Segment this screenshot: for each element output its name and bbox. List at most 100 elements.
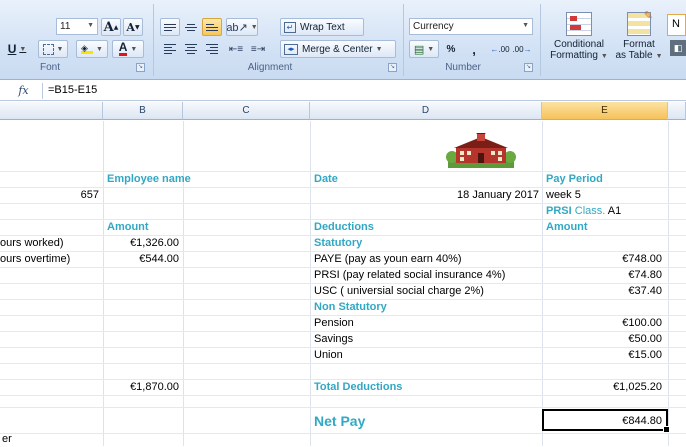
grow-font-button[interactable]: A ▲	[101, 18, 121, 36]
wrap-text-button[interactable]: ↵ Wrap Text	[280, 18, 364, 36]
align-middle-icon	[185, 23, 197, 31]
align-left-button[interactable]	[160, 40, 180, 58]
employee-name-header[interactable]: Employee name	[105, 171, 255, 187]
paye-label[interactable]: PAYE (pay as youn earn 40%)	[312, 251, 541, 267]
union-label[interactable]: Union	[312, 347, 512, 363]
insert-function-button[interactable]: fx	[5, 83, 43, 99]
alignment-group-label: Alignment	[247, 62, 293, 73]
conditional-formatting-button[interactable]: Conditional Formatting ▼	[546, 10, 612, 62]
total-deductions-amount[interactable]: €1,025.20	[544, 379, 664, 395]
pension-label[interactable]: Pension	[312, 315, 512, 331]
number-group-label: Number	[445, 62, 481, 73]
union-amount[interactable]: €15.00	[544, 347, 664, 363]
formula-bar: fx =B15-E15	[0, 81, 686, 101]
cell-fragment[interactable]: er	[0, 431, 60, 447]
hours-worked-label[interactable]: ours worked)	[0, 235, 103, 251]
savings-amount[interactable]: €50.00	[544, 331, 664, 347]
column-header-c[interactable]: C	[183, 102, 310, 120]
prsi-class-cell[interactable]: PRSI Class. A1	[544, 203, 668, 219]
date-value-cell[interactable]: 18 January 2017	[312, 187, 541, 203]
align-left-icon	[164, 44, 176, 54]
active-cell-selection[interactable]	[542, 409, 670, 433]
hours-overtime-label[interactable]: ours overtime)	[0, 251, 103, 267]
merge-cells-icon: ◂▸	[284, 43, 298, 55]
column-header-f[interactable]	[668, 102, 686, 120]
paye-amount[interactable]: €748.00	[544, 251, 664, 267]
decrease-indent-button[interactable]: ⇤≡	[226, 40, 246, 58]
font-dialog-launcher[interactable]: ↘	[136, 63, 145, 72]
usc-amount[interactable]: €37.40	[544, 283, 664, 299]
number-format-select[interactable]: Currency ▼	[409, 18, 533, 35]
align-center-button[interactable]	[181, 40, 201, 58]
column-header-d[interactable]: D	[310, 102, 542, 120]
amount-header-right[interactable]: Amount	[544, 219, 664, 235]
increase-decimal-icon: ←	[490, 44, 499, 54]
percent-style-button[interactable]: %	[442, 40, 460, 58]
prsi-amount[interactable]: €74.80	[544, 267, 664, 283]
school-building-icon	[446, 133, 516, 168]
total-deductions-label[interactable]: Total Deductions	[312, 379, 512, 395]
column-header-a[interactable]	[0, 102, 103, 120]
borders-button[interactable]: ▼	[38, 40, 68, 58]
hours-overtime-amount[interactable]: €544.00	[105, 251, 181, 267]
format-as-table-button[interactable]: ✎ Format as Table ▼	[614, 10, 664, 62]
date-header[interactable]: Date	[312, 171, 412, 187]
accounting-icon: ▤	[413, 43, 425, 56]
number-dialog-launcher[interactable]: ↘	[524, 63, 533, 72]
usc-label[interactable]: USC ( universial social charge 2%)	[312, 283, 541, 299]
amount-header-left[interactable]: Amount	[105, 219, 181, 235]
ribbon-separator	[403, 4, 404, 76]
align-right-icon	[206, 44, 218, 54]
shrink-font-button[interactable]: A ▼	[123, 18, 143, 36]
prsi-deduction-label[interactable]: PRSI (pay related social insurance 4%)	[312, 267, 541, 283]
align-top-button[interactable]	[160, 18, 180, 36]
orientation-button[interactable]: ab↗ ▼	[226, 18, 258, 36]
wrap-text-icon: ↵	[284, 21, 296, 33]
ribbon-separator	[153, 4, 154, 76]
employee-number-cell[interactable]: 657	[0, 187, 101, 203]
gross-total-cell[interactable]: €1,870.00	[105, 379, 181, 395]
hours-worked-amount[interactable]: €1,326.00	[105, 235, 181, 251]
font-size-select[interactable]: 11 ▼	[56, 18, 98, 35]
accounting-format-button[interactable]: ▤ ▼	[409, 40, 439, 58]
ribbon: 11 ▼ A ▲ A ▼ U ▼ ▼ ◈ ▼ A ▼ Font ↘ ab↗ ▼ ⇤≡	[0, 0, 686, 80]
decrease-decimal-icon: →	[523, 44, 532, 54]
increase-indent-button[interactable]: ≡⇥	[248, 40, 268, 58]
align-top-icon	[164, 23, 176, 31]
fill-color-button[interactable]: ◈ ▼	[76, 40, 108, 58]
align-bottom-button[interactable]	[202, 18, 222, 36]
fill-bucket-icon: ◈	[81, 44, 94, 54]
decrease-indent-icon: ⇤≡	[228, 43, 244, 55]
align-bottom-icon	[206, 23, 218, 31]
formula-input[interactable]: =B15-E15	[48, 84, 97, 96]
savings-label[interactable]: Savings	[312, 331, 512, 347]
column-header-b[interactable]: B	[103, 102, 183, 120]
increase-indent-icon: ≡⇥	[250, 43, 266, 55]
deductions-header[interactable]: Deductions	[312, 219, 512, 235]
font-color-button[interactable]: A ▼	[112, 40, 144, 58]
orientation-icon: ab↗	[226, 21, 248, 34]
worksheet-grid[interactable]: Employee name Date Pay Period 657 18 Jan…	[0, 121, 686, 446]
statutory-label[interactable]: Statutory	[312, 235, 512, 251]
pension-amount[interactable]: €100.00	[544, 315, 664, 331]
net-pay-label[interactable]: Net Pay	[312, 411, 512, 431]
decrease-decimal-button[interactable]: .00 →	[512, 40, 532, 58]
align-right-button[interactable]	[202, 40, 222, 58]
ribbon-separator	[540, 4, 541, 76]
increase-decimal-button[interactable]: ← .00	[490, 40, 510, 58]
font-group-label: Font	[39, 62, 60, 73]
column-header-e[interactable]: E	[542, 102, 668, 120]
comma-style-button[interactable]: ,	[463, 40, 485, 58]
conditional-formatting-icon	[566, 12, 592, 36]
align-middle-button[interactable]	[181, 18, 201, 36]
merge-center-button[interactable]: ◂▸ Merge & Center ▼	[280, 40, 396, 58]
cell-style-normal[interactable]: N	[667, 14, 686, 36]
format-table-icon: ✎	[627, 10, 653, 36]
pay-period-value-cell[interactable]: week 5	[544, 187, 664, 203]
underline-button[interactable]: U ▼	[6, 40, 28, 58]
alignment-dialog-launcher[interactable]: ↘	[388, 63, 397, 72]
pay-period-header[interactable]: Pay Period	[544, 171, 664, 187]
cell-style-next[interactable]: ◧	[670, 40, 686, 56]
borders-icon	[42, 43, 54, 55]
non-statutory-label[interactable]: Non Statutory	[312, 299, 512, 315]
